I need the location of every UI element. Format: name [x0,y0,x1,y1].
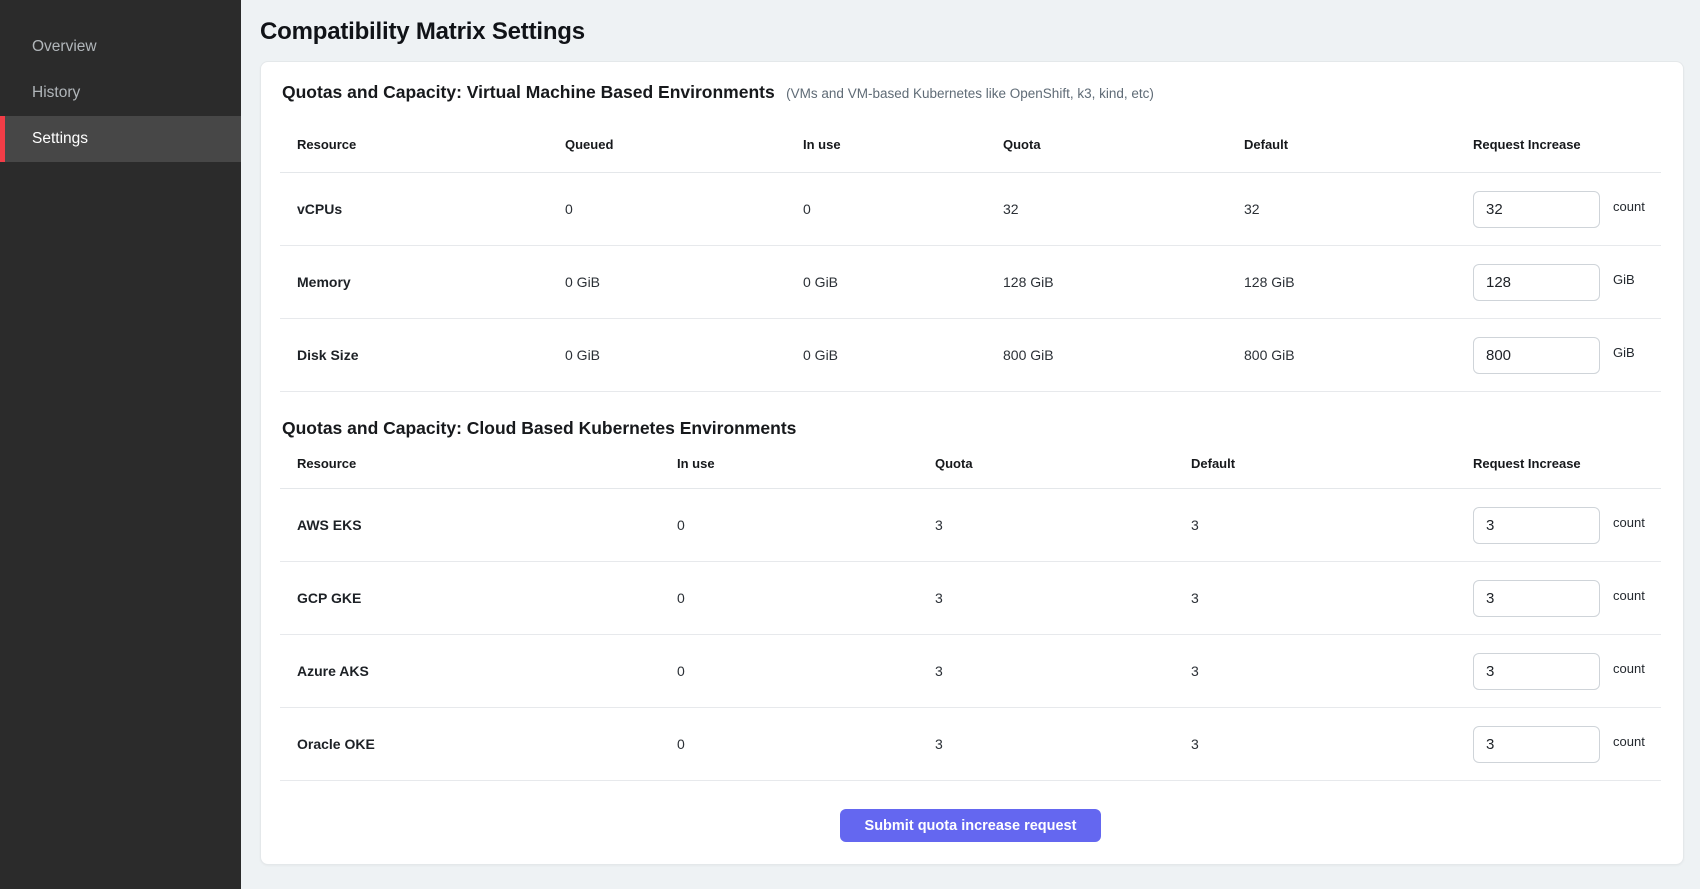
column-header-resource: Resource [280,456,660,471]
unit-label: count [1613,734,1645,749]
oracle-oke-request-input[interactable] [1473,726,1600,763]
quota-settings-card: Quotas and Capacity: Virtual Machine Bas… [260,61,1684,865]
quota-value: 128 GiB [986,274,1227,290]
submit-row: Submit quota increase request [280,809,1661,860]
unit-label: count [1613,199,1645,214]
table-row-disk-size: Disk Size 0 GiB 0 GiB 800 GiB 800 GiB Gi… [280,319,1661,392]
k8s-section-header: Quotas and Capacity: Cloud Based Kuberne… [280,418,1661,439]
quota-value: 3 [918,517,1174,533]
sidebar-item-history[interactable]: History [0,70,241,116]
resource-name: GCP GKE [280,590,660,606]
queued-value: 0 GiB [548,347,786,363]
default-value: 3 [1174,590,1456,606]
in-use-value: 0 [786,201,986,217]
in-use-value: 0 [660,517,918,533]
app-window: Overview History Settings Compatibility … [0,0,1700,889]
unit-label: GiB [1613,345,1635,360]
unit-label: count [1613,588,1645,603]
quota-value: 3 [918,736,1174,752]
column-header-in-use: In use [660,456,918,471]
sidebar-item-overview[interactable]: Overview [0,24,241,70]
sidebar: Overview History Settings [0,0,241,889]
default-value: 3 [1174,663,1456,679]
main-content: Compatibility Matrix Settings Quotas and… [241,0,1700,889]
in-use-value: 0 [660,590,918,606]
default-value: 800 GiB [1227,347,1456,363]
aws-eks-request-input[interactable] [1473,507,1600,544]
in-use-value: 0 GiB [786,347,986,363]
gcp-gke-request-input[interactable] [1473,580,1600,617]
sidebar-item-settings[interactable]: Settings [0,116,241,162]
default-value: 3 [1174,517,1456,533]
column-header-request-increase: Request Increase [1456,456,1661,471]
quota-value: 3 [918,663,1174,679]
resource-name: AWS EKS [280,517,660,533]
vm-quota-table: Resource Queued In use Quota Default Req… [280,117,1661,392]
table-row-azure-aks: Azure AKS 0 3 3 count [280,635,1661,708]
column-header-request-increase: Request Increase [1456,137,1661,152]
in-use-value: 0 GiB [786,274,986,290]
vm-table-header: Resource Queued In use Quota Default Req… [280,117,1661,173]
column-header-quota: Quota [918,456,1174,471]
quota-value: 3 [918,590,1174,606]
memory-request-input[interactable] [1473,264,1600,301]
table-row-vcpus: vCPUs 0 0 32 32 count [280,173,1661,246]
page-title: Compatibility Matrix Settings [260,18,1684,46]
submit-quota-button[interactable]: Submit quota increase request [840,809,1102,842]
disk-size-request-input[interactable] [1473,337,1600,374]
column-header-default: Default [1174,456,1456,471]
k8s-section-title: Quotas and Capacity: Cloud Based Kuberne… [282,418,796,438]
column-header-quota: Quota [986,137,1227,152]
resource-name: Oracle OKE [280,736,660,752]
quota-value: 800 GiB [986,347,1227,363]
table-row-aws-eks: AWS EKS 0 3 3 count [280,489,1661,562]
column-header-default: Default [1227,137,1456,152]
column-header-in-use: In use [786,137,986,152]
default-value: 3 [1174,736,1456,752]
table-row-memory: Memory 0 GiB 0 GiB 128 GiB 128 GiB GiB [280,246,1661,319]
vm-section-title: Quotas and Capacity: Virtual Machine Bas… [282,82,775,102]
resource-name: Disk Size [280,347,548,363]
resource-name: Azure AKS [280,663,660,679]
vm-section-subtitle: (VMs and VM-based Kubernetes like OpenSh… [786,86,1154,101]
vm-section-header: Quotas and Capacity: Virtual Machine Bas… [280,82,1661,103]
queued-value: 0 GiB [548,274,786,290]
k8s-quota-table: Resource In use Quota Default Request In… [280,439,1661,781]
k8s-table-header: Resource In use Quota Default Request In… [280,439,1661,489]
default-value: 32 [1227,201,1456,217]
in-use-value: 0 [660,736,918,752]
resource-name: Memory [280,274,548,290]
resource-name: vCPUs [280,201,548,217]
quota-value: 32 [986,201,1227,217]
table-row-oracle-oke: Oracle OKE 0 3 3 count [280,708,1661,781]
default-value: 128 GiB [1227,274,1456,290]
queued-value: 0 [548,201,786,217]
in-use-value: 0 [660,663,918,679]
azure-aks-request-input[interactable] [1473,653,1600,690]
column-header-resource: Resource [280,137,548,152]
sidebar-nav: Overview History Settings [0,24,241,162]
table-row-gcp-gke: GCP GKE 0 3 3 count [280,562,1661,635]
unit-label: count [1613,515,1645,530]
unit-label: GiB [1613,272,1635,287]
vcpus-request-input[interactable] [1473,191,1600,228]
unit-label: count [1613,661,1645,676]
column-header-queued: Queued [548,137,786,152]
